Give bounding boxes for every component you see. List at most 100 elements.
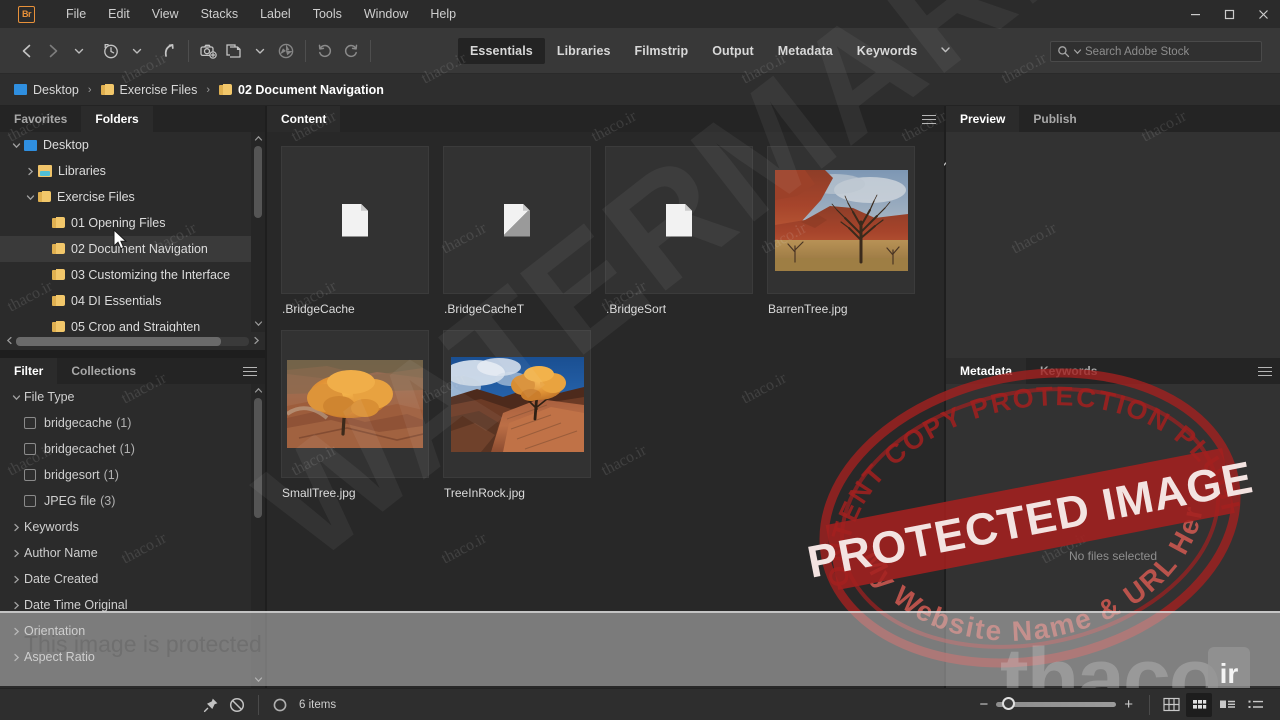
slider-knob[interactable]: [1002, 697, 1016, 710]
tab-filter[interactable]: Filter: [0, 358, 58, 384]
history-dropdown-icon[interactable]: [124, 38, 150, 64]
menu-stacks[interactable]: Stacks: [190, 4, 250, 25]
thumbnail-item-treeinrock[interactable]: TreeInRock.jpg: [443, 330, 591, 500]
scrollbar-thumb[interactable]: [254, 398, 262, 518]
twisty-closed-icon[interactable]: [8, 575, 24, 584]
workspace-overflow-chevron-down-icon[interactable]: [929, 37, 962, 65]
go-to-parent-icon[interactable]: [156, 38, 182, 64]
zoom-out-button[interactable]: −: [979, 696, 988, 713]
filter-item-bridgecachet[interactable]: bridgecachet (1): [0, 436, 251, 462]
scrollbar-thumb[interactable]: [254, 146, 262, 218]
menu-tools[interactable]: Tools: [302, 4, 353, 25]
history-clock-icon[interactable]: [98, 38, 124, 64]
twisty-closed-icon[interactable]: [8, 601, 24, 610]
tab-favorites[interactable]: Favorites: [0, 106, 81, 132]
tab-metadata[interactable]: Metadata: [946, 358, 1027, 384]
search-scope-chevron-down-icon[interactable]: [1073, 47, 1082, 56]
tab-publish[interactable]: Publish: [1019, 106, 1090, 132]
twisty-open-icon[interactable]: [8, 141, 24, 150]
scroll-down-icon[interactable]: [254, 317, 263, 332]
tree-item-exercise-files[interactable]: Exercise Files: [0, 184, 251, 210]
workspace-output[interactable]: Output: [700, 38, 766, 64]
tab-collections[interactable]: Collections: [57, 358, 150, 384]
scroll-up-icon[interactable]: [254, 132, 263, 147]
scroll-left-icon[interactable]: [2, 336, 16, 347]
thumbnail-image[interactable]: [443, 146, 591, 294]
thumbnail-image[interactable]: [281, 146, 429, 294]
menu-label[interactable]: Label: [249, 4, 302, 25]
go-forward-icon[interactable]: [40, 38, 66, 64]
breadcrumb-item-current[interactable]: 02 Document Navigation: [215, 81, 388, 99]
filter-group-author-name[interactable]: Author Name: [0, 540, 251, 566]
menu-view[interactable]: View: [141, 4, 190, 25]
tree-item-04-di-essentials[interactable]: 04 DI Essentials: [0, 288, 251, 314]
filter-item-jpeg-file[interactable]: JPEG file (3): [0, 488, 251, 514]
twisty-closed-icon[interactable]: [8, 549, 24, 558]
open-in-camera-raw-icon[interactable]: [273, 38, 299, 64]
filter-group-file-type[interactable]: File Type: [0, 384, 251, 410]
scrollbar-track[interactable]: [16, 337, 249, 346]
tree-item-05-crop-and-straighten[interactable]: 05 Crop and Straighten: [0, 314, 251, 332]
filter-group-date-created[interactable]: Date Created: [0, 566, 251, 592]
menu-window[interactable]: Window: [353, 4, 419, 25]
minimize-icon[interactable]: [1178, 0, 1212, 28]
folders-horizontal-scrollbar[interactable]: [0, 333, 265, 350]
rotate-clockwise-icon[interactable]: [338, 38, 364, 64]
scroll-right-icon[interactable]: [249, 336, 263, 347]
thumbnail-item-bridgecache[interactable]: .BridgeCache: [281, 146, 429, 316]
thumbnail-item-smalltree[interactable]: SmallTree.jpg: [281, 330, 429, 500]
zoom-in-button[interactable]: +: [1124, 696, 1133, 713]
workspace-filmstrip[interactable]: Filmstrip: [623, 38, 701, 64]
rotate-counterclockwise-icon[interactable]: [312, 38, 338, 64]
twisty-closed-icon[interactable]: [22, 167, 38, 176]
scroll-up-icon[interactable]: [254, 384, 263, 399]
view-as-thumbnails-icon[interactable]: [1186, 692, 1212, 717]
metadata-panel-menu-icon[interactable]: [1258, 358, 1272, 384]
go-back-icon[interactable]: [14, 38, 40, 64]
slider-track[interactable]: [996, 697, 1117, 710]
twisty-open-icon[interactable]: [22, 193, 38, 202]
breadcrumb-item-exercise-files[interactable]: Exercise Files: [97, 81, 202, 99]
tab-content[interactable]: Content: [267, 106, 341, 132]
menu-file[interactable]: File: [55, 4, 97, 25]
filter-panel-menu-icon[interactable]: [243, 358, 257, 384]
filter-group-keywords[interactable]: Keywords: [0, 514, 251, 540]
checkbox[interactable]: [24, 495, 36, 507]
thumbnail-size-slider[interactable]: − +: [979, 696, 1133, 713]
filter-item-bridgesort[interactable]: bridgesort (1): [0, 462, 251, 488]
twisty-open-icon[interactable]: [8, 393, 24, 402]
tree-item-03-customizing-the-interface[interactable]: 03 Customizing the Interface: [0, 262, 251, 288]
folders-vertical-scrollbar[interactable]: [251, 132, 265, 332]
close-icon[interactable]: [1246, 0, 1280, 28]
workspace-essentials[interactable]: Essentials: [458, 38, 545, 64]
maximize-icon[interactable]: [1212, 0, 1246, 28]
tree-item-desktop[interactable]: Desktop: [0, 132, 251, 158]
get-photos-from-camera-icon[interactable]: [195, 38, 221, 64]
thumbnail-item-bridgesort[interactable]: .BridgeSort: [605, 146, 753, 316]
workspace-keywords[interactable]: Keywords: [845, 38, 930, 64]
workspace-libraries[interactable]: Libraries: [545, 38, 623, 64]
tab-keywords[interactable]: Keywords: [1026, 358, 1111, 384]
stock-search-field[interactable]: Search Adobe Stock: [1050, 41, 1262, 62]
view-as-list-icon[interactable]: [1242, 693, 1268, 717]
workspace-metadata[interactable]: Metadata: [766, 38, 845, 64]
tree-item-libraries[interactable]: Libraries: [0, 158, 251, 184]
filter-item-bridgecache[interactable]: bridgecache (1): [0, 410, 251, 436]
tab-preview[interactable]: Preview: [946, 106, 1020, 132]
content-panel-menu-icon[interactable]: [922, 106, 936, 132]
thumbnail-image[interactable]: [281, 330, 429, 478]
no-entry-icon[interactable]: [224, 692, 250, 718]
thumbnail-item-barrentree[interactable]: BarrenTree.jpg: [767, 146, 915, 316]
view-as-details-icon[interactable]: [1214, 693, 1240, 717]
recent-dropdown-icon[interactable]: [66, 38, 92, 64]
menu-edit[interactable]: Edit: [97, 4, 141, 25]
checkbox[interactable]: [24, 443, 36, 455]
thumbnail-image[interactable]: [767, 146, 915, 294]
thumbnail-image[interactable]: [605, 146, 753, 294]
twisty-closed-icon[interactable]: [8, 523, 24, 532]
refine-stack-icon[interactable]: [221, 38, 247, 64]
menu-help[interactable]: Help: [419, 4, 467, 25]
view-grid-lock-icon[interactable]: [1158, 693, 1184, 717]
checkbox[interactable]: [24, 469, 36, 481]
pin-icon[interactable]: [198, 692, 224, 718]
